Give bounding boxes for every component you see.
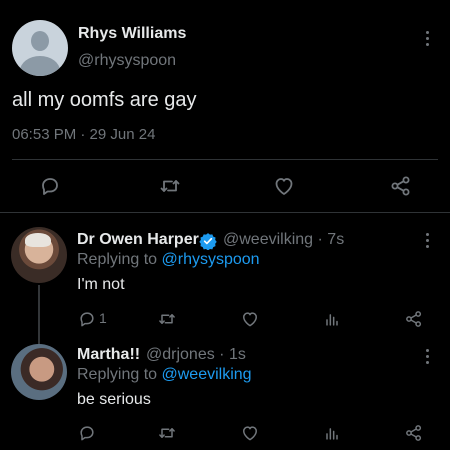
like-icon[interactable] [240,423,260,443]
time-ago: · 1s [219,346,246,363]
time-ago: · 7s [317,231,345,248]
reply-tweet: Martha!! @drjones · 1s Replying to @weev… [0,338,450,450]
more-options-icon[interactable] [426,31,429,49]
more-options-icon[interactable] [426,349,429,367]
reply-icon[interactable] [77,309,97,329]
like-icon[interactable] [240,309,260,329]
replying-to-handle[interactable]: @rhysyspoon [162,251,260,268]
handle[interactable]: @weevilking [223,231,313,248]
share-icon[interactable] [404,423,424,443]
display-name[interactable]: Dr Owen Harper [77,231,199,249]
reply-count: 1 [99,310,107,326]
avatar[interactable] [11,227,67,283]
more-options-icon[interactable] [426,233,429,251]
share-icon[interactable] [404,309,424,329]
reply-tweet: Dr Owen Harper @weevilking · 7s Replying… [0,213,450,345]
tweet-text: I'm not [77,276,125,293]
tweet-text: all my oomfs are gay [12,89,197,111]
replying-prefix: Replying to [77,366,158,383]
avatar[interactable] [12,20,68,76]
verified-badge-icon [199,232,217,250]
divider [12,159,438,160]
avatar[interactable] [11,344,67,400]
replying-to: Replying to @weevilking [77,366,252,384]
analytics-icon[interactable] [322,309,342,329]
tweet-text: be serious [77,391,151,408]
retweet-icon[interactable] [157,309,177,329]
handle[interactable]: @rhysyspoon [78,52,176,70]
reply-icon[interactable] [77,423,97,443]
thread-line [38,285,40,345]
handle[interactable]: @drjones [146,346,215,363]
share-icon[interactable] [389,174,413,198]
replying-prefix: Replying to [77,251,158,268]
reply-icon[interactable] [38,174,62,198]
retweet-icon[interactable] [158,174,182,198]
replying-to-handle[interactable]: @weevilking [162,366,252,383]
timestamp[interactable]: 06:53 PM · 29 Jun 24 [12,126,155,143]
display-name[interactable]: Martha!! [77,346,140,364]
handle-and-time[interactable]: @weevilking · 7s [223,231,344,249]
replying-to: Replying to @rhysyspoon [77,251,260,269]
retweet-icon[interactable] [157,423,177,443]
main-tweet: Rhys Williams @rhysyspoon all my oomfs a… [0,0,450,212]
display-name[interactable]: Rhys Williams [78,25,186,43]
handle-and-time[interactable]: @drjones · 1s [146,346,246,364]
analytics-icon[interactable] [322,423,342,443]
like-icon[interactable] [272,174,296,198]
